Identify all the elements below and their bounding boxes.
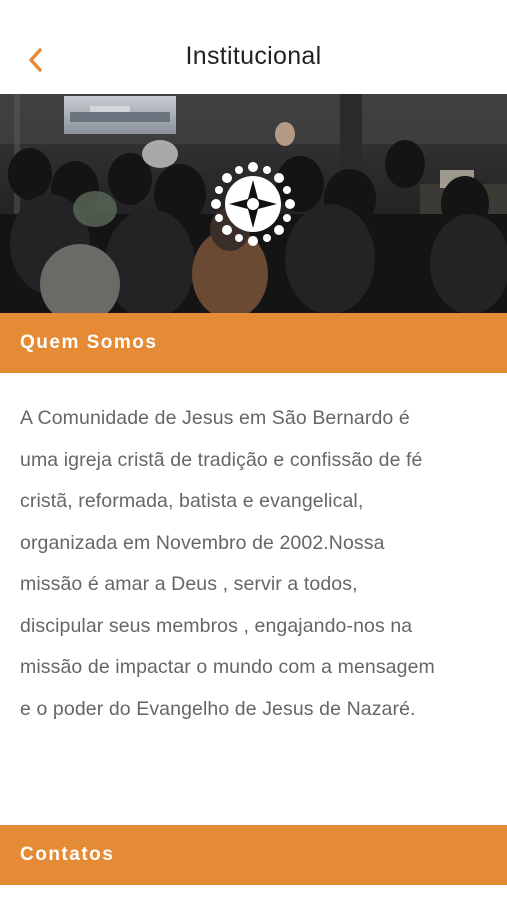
section-header-contatos[interactable]: Contatos [0,825,507,885]
page-title: Institucional [185,42,322,70]
about-description: A Comunidade de Jesus em São Bernardo é … [20,407,435,720]
navigation-bar: Institucional [0,0,507,94]
hero-photo [0,94,507,313]
section-header-quem-somos: Quem Somos [0,313,507,373]
hero-image [0,94,507,313]
